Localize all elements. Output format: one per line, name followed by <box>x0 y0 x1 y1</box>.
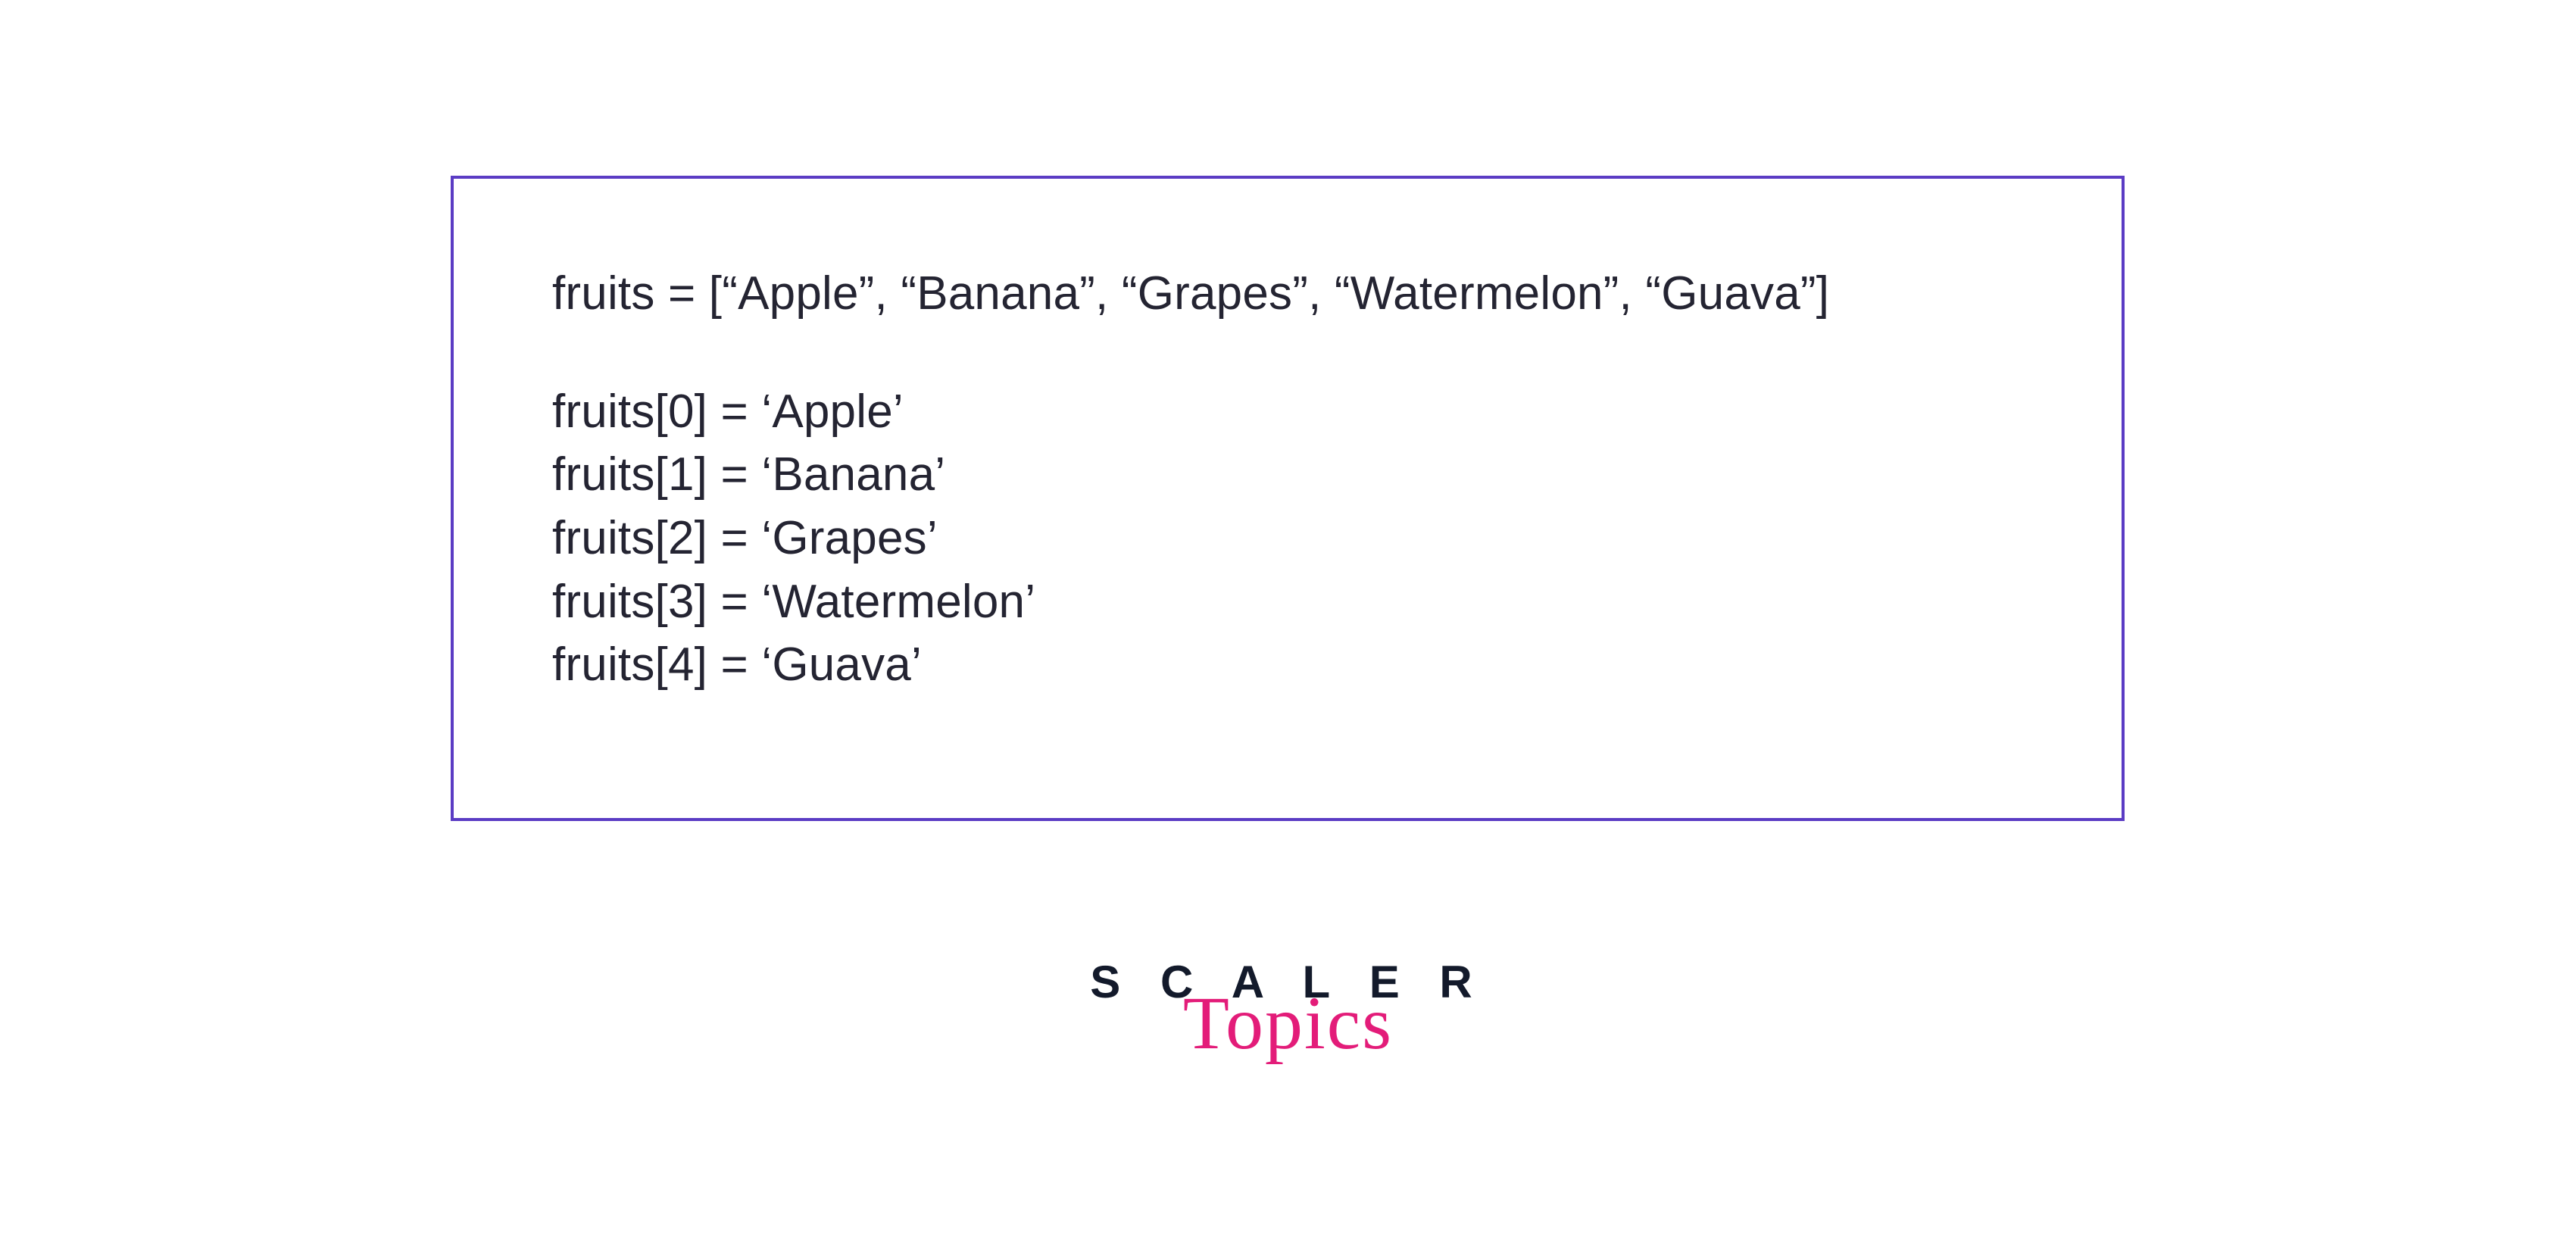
code-index-4: fruits[4] = ‘Guava’ <box>552 633 2023 697</box>
code-index-2: fruits[2] = ‘Grapes’ <box>552 507 2023 570</box>
code-declaration: fruits = [“Apple”, “Banana”, “Grapes”, “… <box>552 262 2023 326</box>
blank-line <box>552 326 2023 380</box>
brand-logo: S C A L E R Topics <box>1090 956 1486 1061</box>
code-index-3: fruits[3] = ‘Watermelon’ <box>552 570 2023 634</box>
code-index-0: fruits[0] = ‘Apple’ <box>552 380 2023 444</box>
document-canvas: fruits = [“Apple”, “Banana”, “Grapes”, “… <box>0 0 2576 1252</box>
code-index-1: fruits[1] = ‘Banana’ <box>552 443 2023 507</box>
code-box: fruits = [“Apple”, “Banana”, “Grapes”, “… <box>451 176 2125 821</box>
